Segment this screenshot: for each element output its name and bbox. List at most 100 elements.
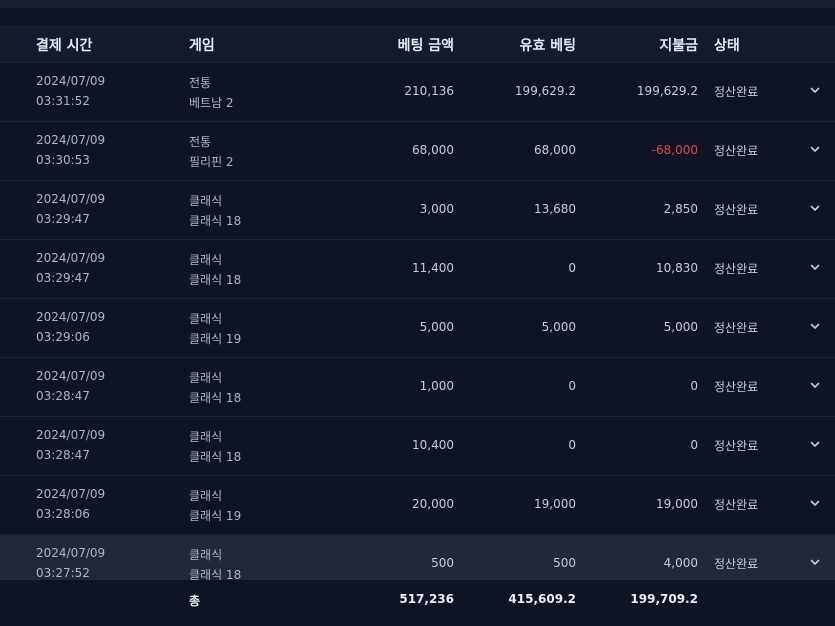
row-valid-bet: 68,000 bbox=[534, 143, 576, 157]
header-payout: 지불금 bbox=[659, 38, 698, 54]
table-row[interactable]: 2024/07/09 03:28:47 클래식클래식 18 1,000 0 0 정산완료 bbox=[0, 357, 835, 416]
row-time: 03:30:53 bbox=[36, 153, 90, 167]
row-bet: 20,000 bbox=[412, 497, 454, 511]
row-game-type: 클래식 bbox=[189, 489, 223, 503]
row-game-name: 클래식 18 bbox=[189, 214, 242, 228]
row-date: 2024/07/09 bbox=[36, 251, 106, 265]
row-status: 정산완료 bbox=[714, 321, 759, 335]
total-valid-bet: 415,609.2 bbox=[508, 592, 576, 606]
row-valid-bet: 199,629.2 bbox=[514, 84, 576, 98]
row-valid-bet: 19,000 bbox=[534, 497, 576, 511]
row-date: 2024/07/09 bbox=[36, 369, 106, 383]
chevron-down-icon[interactable] bbox=[808, 260, 822, 274]
row-time: 03:28:47 bbox=[36, 448, 90, 462]
table-row[interactable]: 2024/07/09 03:29:47 클래식 클래식 18 11,400 0 10,830… bbox=[0, 239, 835, 298]
row-status: 정산완료 bbox=[714, 439, 759, 453]
row-bet: 210,136 bbox=[404, 84, 454, 98]
row-bet: 10,400 bbox=[412, 438, 454, 452]
row-time: 03:29:06 bbox=[36, 330, 90, 344]
row-status: 정산완료 bbox=[714, 262, 759, 276]
chevron-down-icon[interactable] bbox=[808, 83, 822, 97]
row-game-name: 클래식 19 bbox=[189, 332, 242, 346]
row-game-type: 클래식 bbox=[189, 430, 223, 444]
row-status: 정산완료 bbox=[714, 85, 759, 99]
row-date: 2024/07/09 bbox=[36, 192, 106, 206]
row-game-type: 전통 bbox=[189, 135, 212, 149]
table-body: 2024/07/09 03:31:52 전통 베트남 2 210,136 199,629.… bbox=[0, 62, 835, 593]
row-status: 정산완료 bbox=[714, 203, 759, 217]
row-game-name: 클래식 19 bbox=[189, 509, 242, 523]
row-payout: 0 bbox=[690, 438, 698, 452]
chevron-down-icon[interactable] bbox=[808, 555, 822, 569]
row-status: 정산완료 bbox=[714, 498, 759, 512]
row-valid-bet: 0 bbox=[568, 379, 576, 393]
row-valid-bet: 0 bbox=[568, 438, 576, 452]
chevron-down-icon[interactable] bbox=[808, 319, 822, 333]
chevron-down-icon[interactable] bbox=[808, 142, 822, 156]
row-game-type: 클래식 bbox=[189, 253, 223, 267]
row-valid-bet: 500 bbox=[553, 556, 576, 570]
row-payout: 10,830 bbox=[656, 261, 698, 275]
row-time: 03:28:47 bbox=[36, 389, 90, 403]
row-payout: 4,000 bbox=[663, 556, 698, 570]
row-time: 03:27:52 bbox=[36, 566, 90, 580]
row-game-name: 클래식 18 bbox=[189, 391, 242, 405]
row-bet: 11,400 bbox=[412, 261, 454, 275]
row-valid-bet: 0 bbox=[568, 261, 576, 275]
row-payout: 2,850 bbox=[663, 202, 698, 216]
row-game-type: 클래식 bbox=[189, 548, 223, 562]
row-date: 2024/07/09 bbox=[36, 133, 106, 147]
total-bet: 517,236 bbox=[399, 592, 454, 606]
top-strip bbox=[0, 0, 835, 8]
row-date: 2024/07/09 bbox=[36, 428, 106, 442]
row-game-type: 전통 bbox=[189, 76, 212, 90]
table-row[interactable]: 2024/07/09 03:28:47 클래식클래식 18 10,400 0 0 정산완료 bbox=[0, 416, 835, 475]
bet-history-table: 결제 시간 게임 베팅 금액 유효 베팅 지불금 상태 2024/07/09 03… bbox=[0, 25, 835, 593]
row-bet: 3,000 bbox=[419, 202, 454, 216]
row-bet: 5,000 bbox=[419, 320, 454, 334]
row-time: 03:28:06 bbox=[36, 507, 90, 521]
total-row: 총 517,236 415,609.2 199,709.2 bbox=[0, 580, 835, 620]
row-time: 03:29:47 bbox=[36, 212, 90, 226]
row-payout: 19,000 bbox=[656, 497, 698, 511]
row-status: 정산완료 bbox=[714, 557, 759, 571]
header-time: 결제 시간 bbox=[36, 38, 93, 54]
table-row[interactable]: 2024/07/09 03:30:53 전통필리핀 2 68,000 68,000 -68… bbox=[0, 121, 835, 180]
row-game-name: 클래식 18 bbox=[189, 450, 242, 464]
row-bet: 1,000 bbox=[419, 379, 454, 393]
header-game: 게임 bbox=[189, 38, 215, 54]
header-bet: 베팅 금액 bbox=[397, 38, 454, 54]
row-status: 정산완료 bbox=[714, 380, 759, 394]
row-game-type: 클래식 bbox=[189, 371, 223, 385]
row-status: 정산완료 bbox=[714, 144, 759, 158]
row-payout: 0 bbox=[690, 379, 698, 393]
row-valid-bet: 5,000 bbox=[541, 320, 576, 334]
chevron-down-icon[interactable] bbox=[808, 496, 822, 510]
row-game-type: 클래식 bbox=[189, 194, 223, 208]
total-label: 총 bbox=[189, 594, 201, 608]
row-payout: -68,000 bbox=[651, 143, 698, 157]
header-valid-bet: 유효 베팅 bbox=[519, 38, 576, 54]
row-time: 03:29:47 bbox=[36, 271, 90, 285]
table-row[interactable]: 2024/07/09 03:28:06 클래식클래식 19 20,000 19,000 1… bbox=[0, 475, 835, 534]
chevron-down-icon[interactable] bbox=[808, 201, 822, 215]
row-date: 2024/07/09 bbox=[36, 487, 106, 501]
row-payout: 199,629.2 bbox=[636, 84, 698, 98]
row-date: 2024/07/09 bbox=[36, 310, 106, 324]
row-game-type: 클래식 bbox=[189, 312, 223, 326]
row-payout: 5,000 bbox=[663, 320, 698, 334]
row-bet: 500 bbox=[431, 556, 454, 570]
table-row[interactable]: 2024/07/09 03:29:47 클래식클래식 18 3,000 13,680 2,… bbox=[0, 180, 835, 239]
chevron-down-icon[interactable] bbox=[808, 378, 822, 392]
header-status: 상태 bbox=[714, 38, 740, 54]
row-date: 2024/07/09 bbox=[36, 74, 106, 88]
table-header: 결제 시간 게임 베팅 금액 유효 베팅 지불금 상태 bbox=[0, 25, 835, 62]
table-row[interactable]: 2024/07/09 03:31:52 전통베트남 2 210,136 199,629.… bbox=[0, 62, 835, 121]
table-row[interactable]: 2024/07/09 03:29:06 클래식클래식 19 5,000 5,000 5,0… bbox=[0, 298, 835, 357]
row-game-name: 베트남 2 bbox=[189, 96, 234, 110]
row-bet: 68,000 bbox=[412, 143, 454, 157]
row-valid-bet: 13,680 bbox=[534, 202, 576, 216]
chevron-down-icon[interactable] bbox=[808, 437, 822, 451]
row-game-name: 필리핀 2 bbox=[189, 155, 234, 169]
row-time: 03:31:52 bbox=[36, 94, 90, 108]
